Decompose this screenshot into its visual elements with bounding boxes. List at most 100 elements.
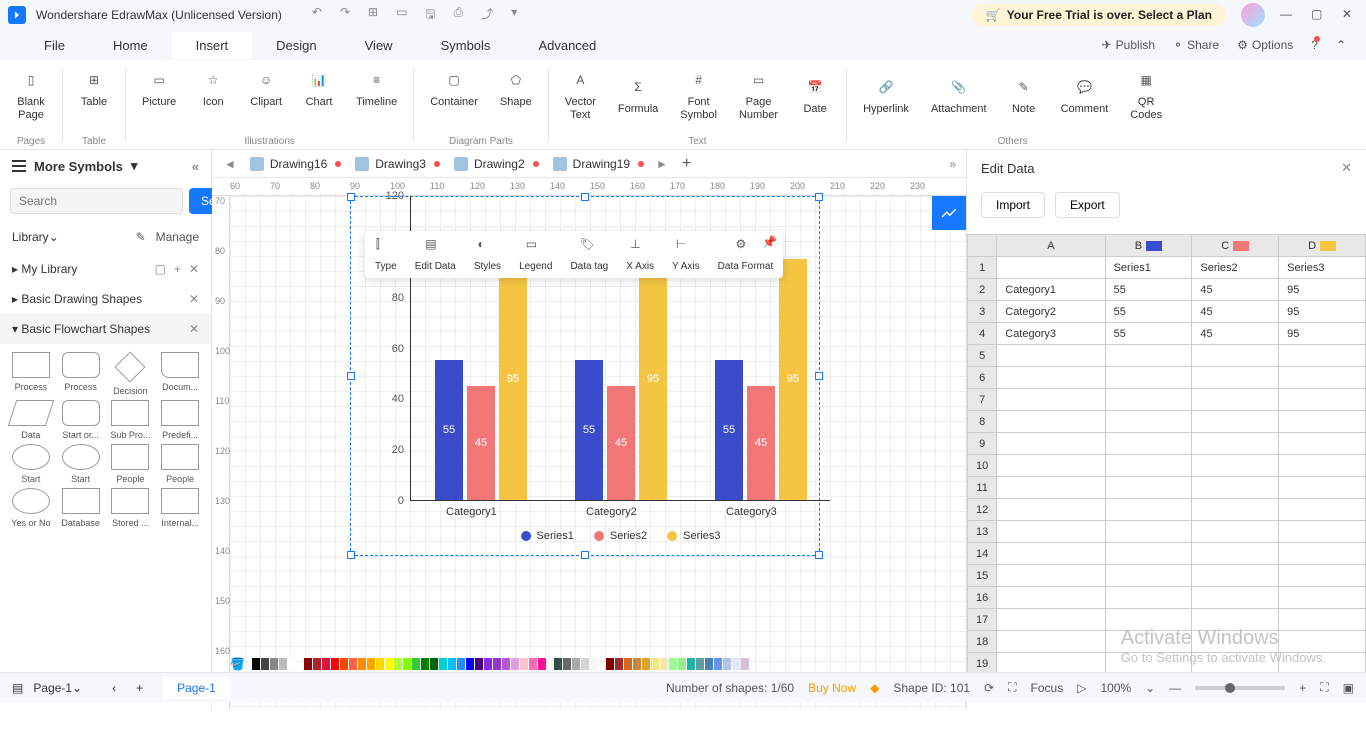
color-swatch[interactable]: [520, 658, 528, 670]
trial-banner[interactable]: 🛒 Your Free Trial is over. Select a Plan: [972, 4, 1226, 26]
color-swatch[interactable]: [466, 658, 474, 670]
box-icon[interactable]: ▢: [155, 262, 166, 276]
tab-drawing19[interactable]: Drawing19: [545, 153, 650, 175]
shape-internal[interactable]: Internal...: [157, 488, 203, 528]
ribbon-picture[interactable]: ▭Picture: [134, 64, 184, 113]
focus-label[interactable]: Focus: [1031, 681, 1064, 695]
prev-page-icon[interactable]: ‹: [112, 681, 116, 695]
bar-Category3-Series2[interactable]: 45: [747, 386, 775, 500]
color-swatch[interactable]: [563, 658, 571, 670]
open-icon[interactable]: ▭: [396, 5, 407, 26]
shape-yesorno[interactable]: Yes or No: [8, 488, 54, 528]
ribbon-table[interactable]: ⊞Table: [71, 64, 117, 113]
color-swatch[interactable]: [590, 658, 598, 670]
ribbon-date[interactable]: 📅Date: [792, 64, 838, 126]
close-panel-icon[interactable]: ✕: [1341, 160, 1352, 176]
color-swatch[interactable]: [475, 658, 483, 670]
shape-process[interactable]: Process: [8, 352, 54, 396]
close-section-icon[interactable]: ✕: [189, 292, 199, 306]
page-dropdown[interactable]: Page-1: [33, 681, 72, 695]
options-button[interactable]: ⚙ Options: [1237, 38, 1293, 52]
color-swatch[interactable]: [358, 658, 366, 670]
color-swatch[interactable]: [642, 658, 650, 670]
color-swatch[interactable]: [448, 658, 456, 670]
ribbon-container[interactable]: ▢Container: [422, 64, 486, 113]
bar-Category1-Series2[interactable]: 45: [467, 386, 495, 500]
print-icon[interactable]: ⎙: [454, 5, 464, 26]
zoom-in-icon[interactable]: +: [1299, 681, 1306, 695]
shape-startor[interactable]: Start or...: [58, 400, 104, 440]
tab-drawing16[interactable]: Drawing16: [242, 153, 347, 175]
basic-flowchart-section[interactable]: ▾ Basic Flowchart Shapes ✕: [0, 314, 211, 344]
new-icon[interactable]: ⊞: [368, 5, 378, 26]
buy-now-link[interactable]: Buy Now: [808, 681, 856, 695]
chevron-down-icon[interactable]: ⌄: [49, 230, 59, 244]
basic-drawing-section[interactable]: ▸ Basic Drawing Shapes ✕: [0, 284, 211, 314]
ribbon-note[interactable]: ✎Note: [1001, 64, 1047, 126]
paintbucket-icon[interactable]: 🪣: [230, 657, 245, 671]
minimize-icon[interactable]: —: [1280, 7, 1296, 23]
color-swatch[interactable]: [705, 658, 713, 670]
color-swatch[interactable]: [696, 658, 704, 670]
bar-Category2-Series2[interactable]: 45: [607, 386, 635, 500]
tab-drawing2[interactable]: Drawing2: [446, 153, 545, 175]
ribbon-comment[interactable]: 💬Comment: [1053, 64, 1117, 126]
import-button[interactable]: Import: [981, 192, 1045, 218]
chart-tool-x-axis[interactable]: ⊥X Axis: [626, 237, 654, 272]
chart-tool-data-tag[interactable]: 🏷Data tag: [570, 237, 608, 272]
color-swatch[interactable]: [741, 658, 749, 670]
zoom-out-icon[interactable]: —: [1169, 681, 1181, 695]
color-swatch[interactable]: [403, 658, 411, 670]
ribbon-chart[interactable]: 📊Chart: [296, 64, 342, 113]
qat-dropdown-icon[interactable]: ▾: [511, 5, 517, 26]
color-swatch[interactable]: [493, 658, 501, 670]
chart-tool-type[interactable]: ⫿Type: [375, 237, 397, 272]
notification-icon[interactable]: ?: [1311, 38, 1318, 52]
save-icon[interactable]: 🖫: [425, 5, 435, 26]
chart-tool-y-axis[interactable]: ⊢Y Axis: [672, 237, 700, 272]
color-swatch[interactable]: [538, 658, 546, 670]
menu-advanced[interactable]: Advanced: [514, 32, 620, 59]
color-swatch[interactable]: [529, 658, 537, 670]
shape-docum[interactable]: Docum...: [157, 352, 203, 396]
ribbon-attachment[interactable]: 📎Attachment: [923, 64, 995, 126]
play-icon[interactable]: ▷: [1077, 681, 1086, 695]
menu-symbols[interactable]: Symbols: [417, 32, 515, 59]
canvas-grid[interactable]: 📌 ⫿Type▤Edit Data◐Styles▭Legend🏷Data tag…: [230, 196, 966, 710]
ribbon-qr-codes[interactable]: ▦QRCodes: [1122, 64, 1170, 126]
share-button[interactable]: ⚬ Share: [1173, 38, 1219, 52]
color-swatch[interactable]: [394, 658, 402, 670]
ribbon-timeline[interactable]: ≡Timeline: [348, 64, 405, 113]
bar-Category1-Series3[interactable]: 95: [499, 259, 527, 500]
menu-view[interactable]: View: [341, 32, 417, 59]
color-swatch[interactable]: [678, 658, 686, 670]
color-swatch[interactable]: [304, 658, 312, 670]
ribbon-page-number[interactable]: ▭PageNumber: [731, 64, 786, 126]
add-page-icon[interactable]: +: [136, 681, 143, 695]
symbols-header[interactable]: More Symbols▾ «: [0, 150, 211, 182]
chart-panel-toggle[interactable]: [932, 196, 966, 230]
color-swatch[interactable]: [714, 658, 722, 670]
refresh-icon[interactable]: ⟳: [984, 681, 994, 695]
color-swatch[interactable]: [288, 658, 296, 670]
user-avatar[interactable]: [1241, 3, 1265, 27]
ribbon-shape[interactable]: ⬠Shape: [492, 64, 540, 113]
shape-decision[interactable]: Decision: [108, 352, 154, 396]
color-bar[interactable]: 🪣: [230, 656, 749, 672]
my-library-section[interactable]: ▸ My Library ▢+✕: [0, 254, 211, 284]
undo-icon[interactable]: ↶: [312, 5, 322, 26]
color-swatch[interactable]: [624, 658, 632, 670]
collapse-ribbon-icon[interactable]: ⌃: [1336, 38, 1346, 52]
tab-add-icon[interactable]: +: [674, 155, 699, 173]
manage-link[interactable]: Manage: [156, 230, 199, 244]
color-swatch[interactable]: [633, 658, 641, 670]
chevron-down-icon[interactable]: ⌄: [1145, 681, 1155, 695]
shape-start[interactable]: Start: [8, 444, 54, 484]
collapse-panel-icon[interactable]: «: [192, 159, 199, 174]
fit-page-icon[interactable]: ⛶: [1320, 680, 1328, 695]
color-swatch[interactable]: [313, 658, 321, 670]
plus-icon[interactable]: +: [174, 262, 181, 276]
shape-data[interactable]: Data: [8, 400, 54, 440]
tab-drawing3[interactable]: Drawing3: [347, 153, 446, 175]
color-swatch[interactable]: [651, 658, 659, 670]
